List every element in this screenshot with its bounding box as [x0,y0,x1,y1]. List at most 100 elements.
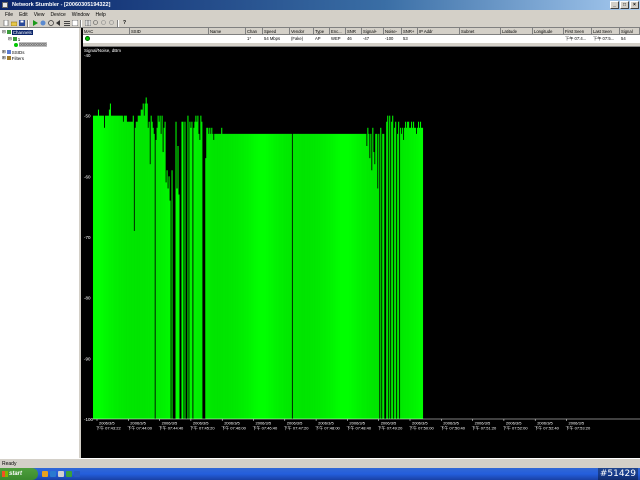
signal-bar [395,121,397,419]
quicklaunch-icon[interactable] [58,471,64,477]
window-icon[interactable] [71,20,78,27]
signal-bar [341,133,343,419]
signal-bar [382,133,384,419]
signal-bar [243,133,245,419]
signal-bar [233,133,235,419]
expand-icon[interactable]: ⊟ [2,29,6,35]
menu-window[interactable]: Window [69,12,93,18]
menu-file[interactable]: File [2,12,16,18]
column-header[interactable]: Enc... [330,28,346,35]
signal-bar [96,115,99,420]
signal-bar [346,133,348,419]
close-button[interactable]: × [630,1,639,9]
signal-bar [250,133,252,419]
column-header[interactable]: Chan [246,28,263,35]
signal-bar [376,133,378,419]
tree-label-channel-1: 1 [17,36,21,42]
grid-icon[interactable] [84,20,91,27]
new-file-icon[interactable] [2,20,9,27]
column-header[interactable]: SNR [346,28,362,35]
signal-bar [212,133,214,419]
tree-node-ap[interactable]: 00000000000 [14,42,47,47]
signal-bar [411,121,413,419]
signal-bar [298,133,300,419]
signal-bar [334,133,336,419]
zoom-out-icon[interactable] [100,20,107,27]
column-header[interactable]: Signal [620,28,640,35]
signal-bar [369,158,371,419]
signal-bar [365,133,367,419]
column-header[interactable]: Speed [263,28,290,35]
table-cell [418,35,460,42]
signal-bar [307,133,309,419]
signal-bar [232,133,234,419]
signal-bar [303,133,305,419]
signal-bar [366,146,368,419]
column-header[interactable]: Vendor [290,28,314,35]
menu-device[interactable]: Device [47,12,68,18]
quicklaunch-icon[interactable] [42,471,48,477]
help-icon[interactable]: ? [121,20,128,27]
zoom-in-icon[interactable] [92,20,99,27]
signal-bar [213,139,215,419]
signal-bar [132,115,134,420]
save-icon[interactable] [18,20,25,27]
signal-bar [294,133,296,419]
column-header[interactable]: MAC [83,28,130,35]
signal-bar [400,127,402,420]
play-icon[interactable] [31,20,38,27]
list-icon[interactable] [63,20,70,27]
column-header[interactable]: Noise- [384,28,402,35]
minimize-button[interactable]: _ [610,1,619,9]
quicklaunch-icon[interactable] [74,471,80,477]
signal-bar [105,115,107,420]
tree-node-filters[interactable]: ⊞ Filters [2,55,24,61]
column-header[interactable]: First Seen [564,28,592,35]
find-icon[interactable] [108,20,115,27]
signal-bar [257,133,259,419]
expand-icon[interactable]: ⊞ [2,55,6,61]
signal-bar [271,133,273,419]
scan-speed-icon[interactable] [47,20,54,27]
quicklaunch-icon[interactable] [50,471,56,477]
signal-bar [353,133,355,419]
arrow-icon[interactable] [55,20,62,27]
auto-config-icon[interactable] [39,20,46,27]
tree-node-channels[interactable]: ⊟ Channels [2,29,33,35]
column-header[interactable]: Latitude [501,28,533,35]
column-header[interactable]: Signal+ [362,28,384,35]
signal-bar [409,127,411,420]
y-tick-label: -100 [84,417,94,422]
y-tick-label: -90 [84,356,91,361]
column-header[interactable]: Longitude [533,28,564,35]
column-header[interactable]: SNR+ [402,28,418,35]
menu-edit[interactable]: Edit [16,12,31,18]
signal-bar [403,139,405,419]
signal-bar [416,133,418,419]
menu-view[interactable]: View [31,12,48,18]
signal-bar [301,133,303,419]
column-header[interactable]: Subnet [460,28,501,35]
menu-help[interactable]: Help [93,12,109,18]
signal-bar [139,115,141,420]
toolbar-separator [27,19,29,27]
maximize-button[interactable]: □ [620,1,629,9]
signal-bar [249,133,251,419]
column-header[interactable]: Last Seen [592,28,620,35]
signal-bar [215,133,217,419]
expand-icon[interactable]: ⊟ [8,36,12,42]
start-button[interactable]: start [0,468,38,480]
quicklaunch-icon[interactable] [66,471,72,477]
signal-bar [273,133,275,419]
signal-bar [217,133,219,419]
column-header[interactable]: Type [314,28,330,35]
signal-bar [401,133,403,419]
column-header[interactable]: Name [209,28,246,35]
signal-bar [126,121,128,419]
signal-bar [374,164,376,419]
table-row[interactable]: 1* 54 Mbps (Fake) AP WEP 46 -47 -100 53 下午 07:4..… [83,35,640,42]
column-header[interactable]: SSID [130,28,209,35]
open-folder-icon[interactable] [10,20,17,27]
x-tick-time: 下午 07:52:00 [503,425,528,431]
column-header[interactable]: IP Addr [418,28,460,35]
